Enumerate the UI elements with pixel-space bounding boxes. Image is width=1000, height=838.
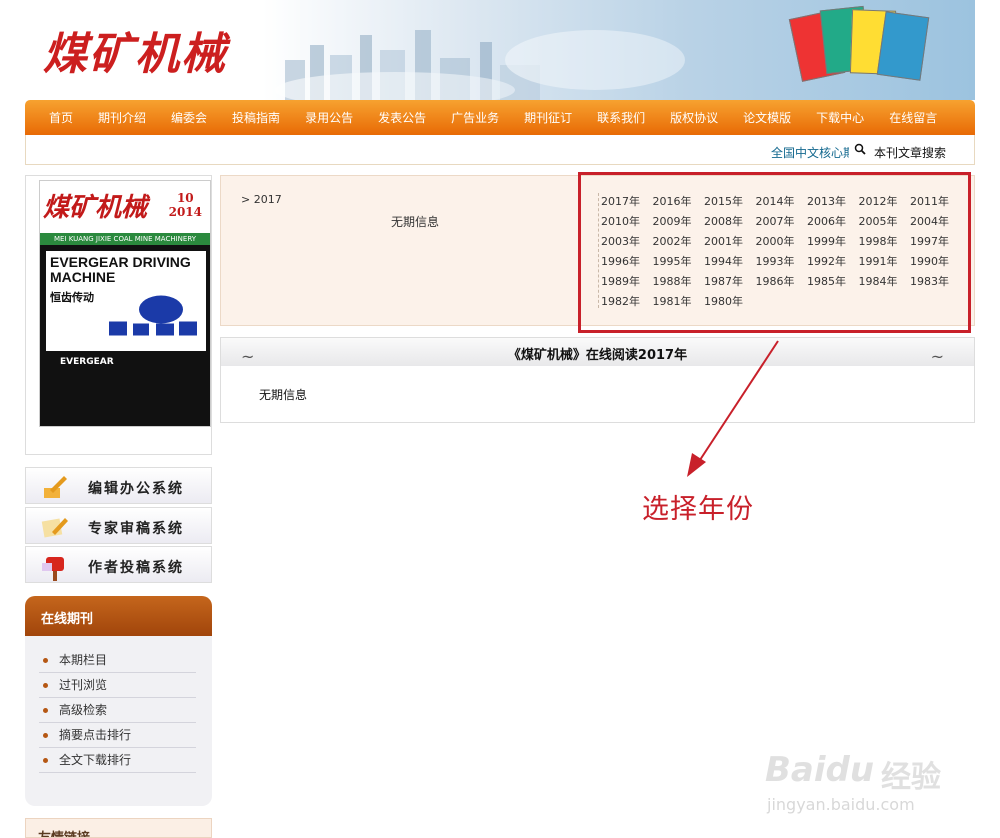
site-header: 煤矿机械 [25, 0, 975, 100]
author-submission-system-button[interactable]: 作者投稿系统 [25, 546, 212, 583]
nav-editorial-board[interactable]: 编委会 [159, 109, 219, 126]
cover-title: 煤矿机械 [43, 193, 148, 223]
cover-ad-cn: 恒齿传动 [50, 291, 94, 304]
nav-advertising[interactable]: 广告业务 [439, 109, 511, 126]
chevron-right-icon: > [241, 193, 254, 206]
journal-cover-image[interactable]: 煤矿机械 10 2014 MEI KUANG JIXIE COAL MINE M… [39, 180, 211, 427]
nav-copyright[interactable]: 版权协议 [658, 109, 730, 126]
nav-journal-intro[interactable]: 期刊介绍 [86, 109, 158, 126]
cover-ad-title: EVERGEAR DRIVING MACHINE [50, 254, 191, 285]
nav-publication-notice[interactable]: 发表公告 [366, 109, 438, 126]
sys-label: 作者投稿系统 [88, 560, 184, 576]
friend-links-title: 友情链接 [25, 818, 212, 838]
search-bar: 全国中文核心期刊 本刊文章搜索 [25, 135, 975, 165]
list-item-past-issues[interactable]: 过刊浏览 [39, 673, 196, 698]
no-issue-message: 无期信息 [391, 215, 440, 229]
watermark-cn: 经验 [881, 760, 941, 795]
cover-ad: EVERGEAR DRIVING MACHINE 恒齿传动 [46, 251, 206, 351]
list-item-current-columns[interactable]: 本期栏目 [39, 648, 196, 673]
reader-header: ~ 《煤矿机械》在线阅读2017年 ~ [221, 338, 974, 366]
nav-home[interactable]: 首页 [37, 109, 85, 126]
sys-label: 编辑办公系统 [88, 481, 184, 497]
highlight-box [578, 172, 971, 333]
gear-motors-image [109, 295, 197, 336]
sys-label: 专家审稿系统 [88, 521, 184, 537]
cover-issue-number: 10 [176, 191, 194, 205]
main-nav: 首页 期刊介绍 编委会 投稿指南 录用公告 发表公告 广告业务 期刊征订 联系我… [25, 100, 975, 135]
cover-brand: EVERGEAR [60, 357, 114, 367]
watermark-brand: Baidu [765, 750, 875, 790]
nav-download-center[interactable]: 下载中心 [804, 109, 876, 126]
panel-title: 在线期刊 [25, 596, 212, 636]
list-item-abstract-ranking[interactable]: 摘要点击排行 [39, 723, 196, 748]
list-item-advanced-search[interactable]: 高级检索 [39, 698, 196, 723]
nav-acceptance-notice[interactable]: 录用公告 [293, 109, 365, 126]
list-item-download-ranking[interactable]: 全文下载排行 [39, 748, 196, 773]
nav-submission-guide[interactable]: 投稿指南 [220, 109, 292, 126]
nav-paper-template[interactable]: 论文模版 [731, 109, 803, 126]
city-skyline-banner [275, 30, 685, 100]
online-journal-list: 本期栏目 过刊浏览 高级检索 摘要点击排行 全文下载排行 [39, 648, 196, 773]
online-journal-panel: 在线期刊 本期栏目 过刊浏览 高级检索 摘要点击排行 全文下载排行 [25, 596, 212, 806]
pen-icon [44, 476, 67, 498]
watermark-url: jingyan.baidu.com [767, 795, 915, 814]
annotation-text: 选择年份 [642, 494, 754, 525]
reader-title: 《煤矿机械》在线阅读2017年 [507, 348, 688, 363]
cover-band: MEI KUANG JIXIE COAL MINE MACHINERY [40, 233, 210, 245]
nav-contact[interactable]: 联系我们 [585, 109, 657, 126]
cover-issue: 10 2014 [169, 191, 202, 219]
scrolling-notice: 全国中文核心期刊 [771, 146, 849, 160]
year-breadcrumb: > 2017 [241, 193, 282, 206]
breadcrumb-year[interactable]: 2017 [254, 193, 282, 206]
online-reading-section: ~ 《煤矿机械》在线阅读2017年 ~ 无期信息 [220, 337, 975, 423]
magazine-covers-image [788, 4, 935, 96]
annotation-arrow-icon [687, 340, 779, 477]
expert-review-system-button[interactable]: 专家审稿系统 [25, 507, 212, 544]
site-logo[interactable]: 煤矿机械 [43, 18, 227, 82]
mailbox-icon [42, 557, 64, 581]
no-issue-message: 无期信息 [259, 388, 308, 402]
article-search-link[interactable]: 本刊文章搜索 [874, 144, 946, 161]
review-icon [41, 518, 68, 538]
nav-guestbook[interactable]: 在线留言 [877, 109, 949, 126]
cover-issue-year: 2014 [168, 205, 202, 219]
baidu-watermark: Baidu 经验 jingyan.baidu.com [765, 740, 975, 820]
editor-office-system-button[interactable]: 编辑办公系统 [25, 467, 212, 504]
wave-right-icon: ~ [930, 347, 944, 366]
current-issue-box: 煤矿机械 10 2014 MEI KUANG JIXIE COAL MINE M… [25, 175, 212, 455]
search-icon[interactable] [854, 143, 866, 155]
nav-subscription[interactable]: 期刊征订 [512, 109, 584, 126]
cover-ad-area: EVERGEAR DRIVING MACHINE 恒齿传动 EVERGEAR [40, 245, 210, 426]
